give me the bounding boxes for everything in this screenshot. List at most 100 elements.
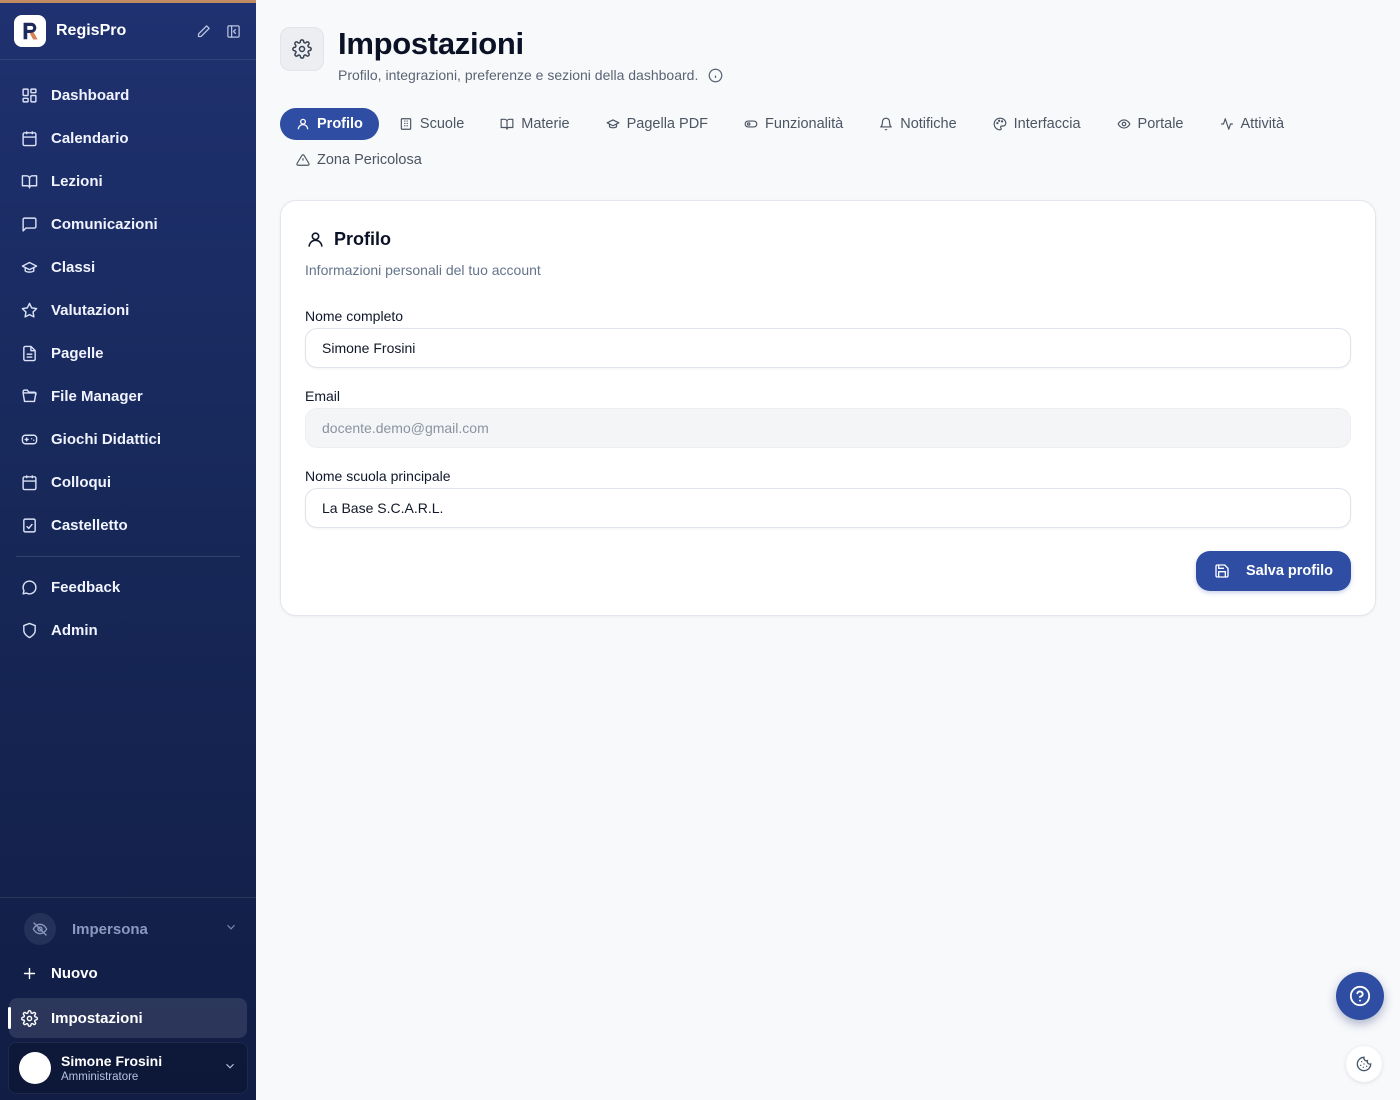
page-title: Impostazioni (338, 26, 524, 61)
tab-label: Pagella PDF (626, 116, 709, 132)
eye-icon (1117, 117, 1131, 131)
gear-icon (20, 1009, 38, 1027)
main-nav: Dashboard Calendario Lezioni Comunicazio… (0, 60, 256, 652)
sidebar-item-castelletto[interactable]: Castelletto (0, 504, 256, 547)
page-header: Impostazioni Profilo, integrazioni, pref… (280, 27, 723, 83)
tab-attivita[interactable]: Attività (1204, 108, 1301, 140)
user-name: Simone Frosini (61, 1053, 163, 1069)
tab-portale[interactable]: Portale (1101, 108, 1200, 140)
card-title: Profilo (334, 229, 391, 249)
sidebar-item-label: Classi (51, 259, 96, 276)
tab-label: Funzionalità (765, 116, 844, 132)
shield-icon (20, 622, 38, 640)
palette-icon (993, 117, 1007, 131)
user-role: Amministratore (61, 1071, 139, 1083)
dashboard-grid-icon (20, 87, 38, 105)
sidebar-footer: Impersona Nuovo Impostazioni Simone Fros… (0, 897, 256, 1100)
card-description: Informazioni personali del tuo account (305, 262, 541, 278)
sidebar-item-giochi-didattici[interactable]: Giochi Didattici (0, 418, 256, 461)
file-text-icon (20, 345, 38, 363)
sidebar-item-label: Pagelle (51, 345, 104, 362)
tab-label: Zona Pericolosa (317, 152, 422, 168)
new-label: Nuovo (51, 965, 98, 982)
full-name-input[interactable] (305, 328, 1351, 368)
school-name-input[interactable] (305, 488, 1351, 528)
graduation-cap-icon (20, 259, 38, 277)
email-field-group: Email (305, 388, 1351, 448)
tab-scuole[interactable]: Scuole (383, 108, 480, 140)
main-content: Impostazioni Profilo, integrazioni, pref… (256, 0, 1400, 1100)
folder-open-icon (20, 388, 38, 406)
sidebar-item-calendario[interactable]: Calendario (0, 117, 256, 160)
sidebar-item-label: Castelletto (51, 517, 128, 534)
user-icon (305, 230, 325, 250)
sidebar-item-pagelle[interactable]: Pagelle (0, 332, 256, 375)
book-open-icon (500, 117, 514, 131)
sidebar-item-label: Lezioni (51, 173, 103, 190)
tab-interfaccia[interactable]: Interfaccia (977, 108, 1097, 140)
brand-name: RegisPro (56, 22, 127, 39)
tab-pagella-pdf[interactable]: Pagella PDF (590, 108, 724, 140)
sidebar-item-admin[interactable]: Admin (0, 609, 256, 652)
brand-bar: RegisPro (0, 3, 256, 60)
tab-label: Interfaccia (1013, 116, 1081, 132)
sidebar-item-colloqui[interactable]: Colloqui (0, 461, 256, 504)
sidebar-item-classi[interactable]: Classi (0, 246, 256, 289)
sidebar-item-comunicazioni[interactable]: Comunicazioni (0, 203, 256, 246)
tab-label: Notifiche (900, 116, 957, 132)
tab-profilo[interactable]: Profilo (280, 108, 379, 140)
sidebar-item-label: File Manager (51, 388, 143, 405)
gear-icon (280, 27, 324, 71)
sidebar-item-label: Giochi Didattici (51, 431, 162, 448)
calendar-check-icon (20, 474, 38, 492)
sidebar-item-label: Admin (51, 622, 98, 639)
email-input[interactable] (305, 408, 1351, 448)
info-icon[interactable] (708, 68, 723, 83)
eye-off-icon (24, 913, 56, 945)
cookie-icon (1356, 1056, 1372, 1072)
help-button[interactable] (1336, 972, 1384, 1020)
tab-zona-pericolosa[interactable]: Zona Pericolosa (280, 144, 438, 176)
settings-label: Impostazioni (51, 1009, 143, 1027)
new-button[interactable]: Nuovo (0, 951, 256, 996)
sidebar-item-feedback[interactable]: Feedback (0, 566, 256, 609)
message-square-icon (20, 216, 38, 234)
edit-pencil-icon[interactable] (194, 22, 212, 40)
message-circle-icon (20, 579, 38, 597)
activity-icon (1220, 117, 1234, 131)
user-menu[interactable]: Simone Frosini Amministratore (8, 1042, 248, 1094)
sidebar-item-label: Dashboard (51, 87, 130, 104)
tab-funzionalita[interactable]: Funzionalità (728, 108, 859, 140)
cookie-settings-button[interactable] (1346, 1046, 1382, 1082)
chevron-down-icon (223, 1059, 237, 1078)
sidebar-item-lezioni[interactable]: Lezioni (0, 160, 256, 203)
bell-icon (879, 117, 893, 131)
save-profile-button[interactable]: Salva profilo (1196, 551, 1351, 591)
field-label: Nome completo (305, 308, 404, 324)
book-open-icon (20, 173, 38, 191)
regispro-logo[interactable] (14, 15, 46, 47)
tab-materie[interactable]: Materie (484, 108, 585, 140)
tab-label: Materie (521, 116, 570, 132)
sidebar-item-label: Feedback (51, 579, 121, 596)
graduation-cap-icon (606, 117, 620, 131)
building-icon (399, 117, 413, 131)
sidebar-item-file-manager[interactable]: File Manager (0, 375, 256, 418)
calendar-icon (20, 130, 38, 148)
impersona-select[interactable]: Impersona (12, 910, 244, 948)
tab-notifiche[interactable]: Notifiche (863, 108, 972, 140)
sidebar-item-impostazioni[interactable]: Impostazioni (8, 998, 247, 1038)
full-name-field-group: Nome completo (305, 308, 1351, 368)
settings-tabs: Profilo Scuole Materie Pagella PDF Funzi… (280, 108, 1360, 176)
alert-triangle-icon (296, 153, 310, 167)
sidebar-item-label: Colloqui (51, 474, 111, 491)
gamepad-icon (20, 431, 38, 449)
collapse-sidebar-icon[interactable] (224, 22, 242, 40)
clipboard-check-icon (20, 517, 38, 535)
sidebar-item-valutazioni[interactable]: Valutazioni (0, 289, 256, 332)
tab-label: Portale (1137, 116, 1184, 132)
page-subtitle: Profilo, integrazioni, preferenze e sezi… (338, 67, 699, 83)
plus-icon (20, 965, 38, 983)
save-label: Salva profilo (1245, 563, 1334, 579)
sidebar-item-dashboard[interactable]: Dashboard (0, 74, 256, 117)
